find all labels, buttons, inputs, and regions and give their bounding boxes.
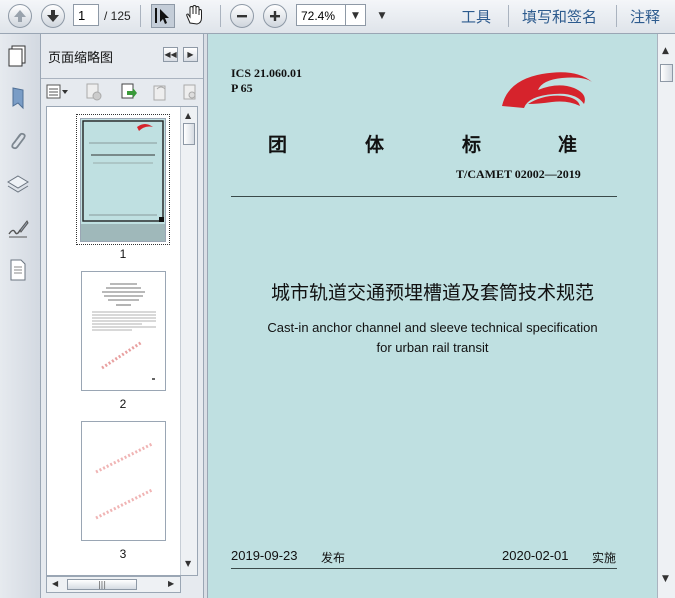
signature-pen-icon: [8, 220, 29, 238]
thumbnail-list: 1 2 3 ▲ ▼: [46, 106, 198, 576]
title-english-line-1: Cast-in anchor channel and sleeve techni…: [267, 320, 598, 335]
toolbar-separator: [508, 5, 509, 27]
page-2-preview: [92, 283, 156, 380]
publish-label: 发布: [321, 551, 346, 565]
scroll-down-arrow-icon[interactable]: ▼: [662, 574, 669, 584]
standard-type-char: 体: [365, 134, 385, 156]
top-divider: [231, 196, 617, 197]
collapse-panel-button[interactable]: ◀◀: [163, 47, 178, 62]
hand-icon: [186, 4, 202, 25]
thumbnail-toolbar: [41, 78, 203, 105]
standard-type-char: 标: [462, 134, 482, 156]
select-tool-button[interactable]: [151, 4, 175, 28]
thumbnail-panel: 页面缩略图 ◀◀ ▶ 1 2 3 ▲ ▼ ◀ ||| ▶: [41, 34, 203, 598]
thumbnail-vertical-scrollbar[interactable]: ▲ ▼: [180, 107, 197, 575]
list-options-icon: [46, 84, 68, 99]
toolbar-separator: [616, 5, 617, 27]
standard-type-char: 团: [268, 134, 288, 156]
toolbar-more-button[interactable]: ▼: [375, 6, 389, 26]
thumbnail-page-number: 2: [119, 397, 127, 411]
rotate-icon: [153, 85, 166, 101]
toolbar: 1 / 125 72.4% ▼ ▼ 工具 填写和签名 注释: [0, 0, 675, 34]
scroll-left-arrow-icon[interactable]: ◀: [52, 579, 58, 588]
bottom-divider: [231, 568, 617, 569]
page-number-input[interactable]: 1: [73, 4, 99, 26]
scroll-up-arrow-icon[interactable]: ▲: [185, 111, 191, 120]
bookmark-icon: [12, 87, 24, 110]
page-properties-button[interactable]: [181, 83, 199, 101]
page-thumbnail-1[interactable]: [80, 118, 166, 242]
bookmarks-button[interactable]: [6, 86, 30, 110]
next-page-button[interactable]: [41, 4, 65, 28]
arrow-up-icon: [14, 10, 26, 22]
thumbnail-page-number: 1: [119, 247, 127, 261]
thumbnail-page-number: 3: [119, 547, 127, 561]
content-button[interactable]: [6, 258, 30, 282]
page-total-label: / 125: [104, 9, 131, 23]
scrollbar-thumb[interactable]: [183, 123, 195, 145]
implement-label: 实施: [592, 551, 617, 565]
pages-icon: [8, 45, 26, 67]
signatures-button[interactable]: [6, 216, 30, 240]
title-english-line-2: for urban rail transit: [376, 340, 489, 355]
thumbnail-horizontal-scrollbar[interactable]: ◀ ||| ▶: [46, 576, 181, 593]
text-cursor-arrow-icon: [155, 8, 169, 24]
standard-type-char: 准: [558, 134, 578, 156]
page-1-preview: [81, 120, 165, 241]
paperclip-icon: [11, 132, 26, 150]
fill-sign-link[interactable]: 填写和签名: [522, 6, 597, 27]
toolbar-separator: [220, 5, 221, 27]
scrollbar-thumb[interactable]: |||: [67, 579, 137, 590]
scroll-right-arrow-icon[interactable]: ▶: [168, 579, 174, 588]
document-icon: [10, 259, 26, 281]
previous-page-button[interactable]: [8, 4, 32, 28]
thumbnail-panel-header: 页面缩略图 ◀◀ ▶: [41, 34, 203, 76]
chevron-down-icon: ▼: [352, 11, 359, 21]
arrow-down-icon: [47, 10, 59, 22]
zoom-dropdown-button[interactable]: ▼: [346, 4, 366, 26]
title-chinese: 城市轨道交通预埋槽道及套筒技术规范: [270, 282, 594, 304]
layers-button[interactable]: [6, 172, 30, 196]
scrollbar-thumb[interactable]: [660, 64, 673, 82]
toolbar-separator: [140, 5, 141, 27]
zoom-in-button[interactable]: [263, 4, 287, 28]
insert-page-icon: [121, 83, 137, 99]
delete-page-button[interactable]: [85, 83, 103, 101]
zoom-level-input[interactable]: 72.4%: [296, 4, 346, 26]
classification-code: P 65: [231, 81, 253, 95]
hand-tool-button[interactable]: [183, 4, 207, 28]
minus-icon: [237, 15, 247, 18]
rotate-page-button[interactable]: [151, 83, 169, 101]
chevron-right-icon: ▶: [187, 50, 194, 59]
page-properties-icon: [183, 84, 196, 100]
navigation-pane-strip: [0, 34, 41, 598]
attachments-button[interactable]: [6, 129, 30, 153]
page-3-preview: [95, 442, 153, 520]
organization-logo: [502, 72, 592, 108]
page-thumbnail-3[interactable]: [81, 421, 166, 541]
page-thumbnail-2[interactable]: [81, 271, 166, 391]
double-chevron-down-icon: ▼: [378, 11, 386, 21]
document-vertical-scrollbar[interactable]: ▲ ▼: [657, 34, 675, 598]
layers-icon: [7, 175, 29, 193]
ics-code: ICS 21.060.01: [231, 66, 303, 80]
delete-page-icon: [86, 83, 102, 101]
zoom-out-button[interactable]: [230, 4, 254, 28]
double-chevron-left-icon: ◀◀: [164, 50, 177, 59]
scrollbar-grip: |||: [97, 580, 107, 589]
document-page: ICS 21.060.01 P 65 团 体 标 准 T/CAMET 02002…: [208, 34, 657, 598]
scroll-up-arrow-icon[interactable]: ▲: [662, 46, 669, 56]
publish-date: 2019-09-23: [231, 548, 298, 563]
scroll-down-arrow-icon[interactable]: ▼: [185, 559, 191, 568]
tools-link[interactable]: 工具: [461, 6, 491, 27]
thumbnail-panel-title: 页面缩略图: [48, 51, 114, 66]
standard-number: T/CAMET 02002—2019: [456, 167, 581, 181]
plus-icon: [270, 11, 280, 21]
page-thumbnails-button[interactable]: [6, 44, 30, 68]
insert-page-button[interactable]: [119, 83, 137, 101]
comment-link[interactable]: 注释: [630, 6, 660, 27]
options-menu-button[interactable]: [46, 83, 68, 101]
expand-panel-button[interactable]: ▶: [183, 47, 198, 62]
implement-date: 2020-02-01: [502, 548, 569, 563]
